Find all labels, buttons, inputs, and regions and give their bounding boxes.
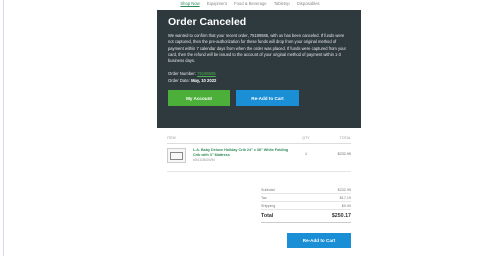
order-number-link[interactable]: 75189585 [197, 71, 216, 76]
order-totals: Subtotal $232.99 Tax $17.19 Shipping $0.… [261, 186, 351, 223]
hero-buttons: My Account Re-Add to Cart [168, 90, 350, 107]
shipping-value: $0.00 [341, 204, 351, 208]
order-number-label: Order Number: [168, 71, 196, 77]
order-date-value: May, 10 2022 [191, 77, 217, 83]
shipping-label: Shipping [261, 204, 276, 208]
items-table-header: ITEM QTY TOTAL [167, 136, 351, 144]
tax-label: Tax [261, 196, 267, 200]
readd-to-cart-button[interactable]: Re-Add to Cart [236, 90, 299, 107]
tax-row: Tax $17.19 [261, 194, 351, 202]
nav-item-tabletop[interactable]: Tabletop [274, 1, 290, 6]
cancel-hero: Order Canceled We wanted to confirm that… [157, 10, 361, 128]
order-meta: Order Number: 75189585 Order Date: May, … [168, 71, 350, 84]
page-title: Order Canceled [168, 16, 247, 28]
item-qty: 1 [304, 152, 308, 156]
item-name-link[interactable]: L.A. Baby Deluxe Holiday Crib 24" x 38" … [193, 148, 291, 158]
total-value: $250.17 [331, 213, 351, 219]
shipping-row: Shipping $0.00 [261, 202, 351, 210]
col-total-header: TOTAL [339, 136, 351, 140]
crib-product-image[interactable] [167, 148, 186, 163]
email-body: Order Canceled We wanted to confirm that… [157, 10, 361, 223]
my-account-button[interactable]: My Account [168, 90, 230, 107]
footer-readd-to-cart-button[interactable]: Re-Add to Cart [287, 233, 351, 248]
nav-item-equipment[interactable]: Equipment [207, 1, 227, 6]
nav-item-food-beverage[interactable]: Food & Beverage [234, 1, 267, 6]
order-date-row: Order Date: May, 10 2022 [168, 78, 350, 85]
left-border-line [3, 0, 4, 256]
total-label: Total [261, 213, 274, 219]
order-date-label: Order Date: [168, 77, 190, 83]
nav-item-shop-now[interactable]: Shop Now [180, 1, 199, 6]
item-description: L.A. Baby Deluxe Holiday Crib 24" x 38" … [193, 148, 291, 163]
tax-value: $17.19 [339, 196, 351, 200]
subtotal-row: Subtotal $232.99 [261, 186, 351, 194]
total-row: Total $250.17 [261, 210, 351, 223]
nav-item-disposables[interactable]: Disposables [297, 1, 320, 6]
table-row: L.A. Baby Deluxe Holiday Crib 24" x 38" … [167, 148, 351, 172]
col-qty-header: QTY [302, 136, 310, 140]
item-sku: #5411BDWM [193, 158, 215, 162]
cancel-message: We wanted to confirm that your recent or… [168, 33, 346, 64]
subtotal-value: $232.99 [337, 188, 351, 192]
subtotal-label: Subtotal [261, 188, 275, 192]
item-total: $232.99 [337, 152, 351, 156]
col-item-header: ITEM [167, 136, 176, 140]
top-nav: Shop Now Equipment Food & Beverage Table… [0, 0, 500, 8]
